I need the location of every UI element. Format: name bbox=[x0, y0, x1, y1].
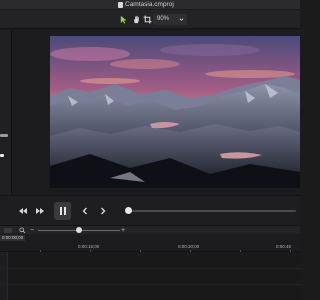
timeline-zoom-handle[interactable] bbox=[76, 227, 82, 233]
rewind-icon bbox=[19, 208, 27, 214]
timeline-toolbar: − + bbox=[0, 225, 300, 234]
panel-tab-indicator[interactable] bbox=[0, 134, 8, 137]
select-tool-button[interactable] bbox=[118, 13, 129, 25]
track-divider bbox=[0, 268, 300, 269]
chevron-down-icon bbox=[179, 18, 184, 21]
canvas-area[interactable] bbox=[12, 30, 300, 195]
fast-forward-icon bbox=[36, 208, 44, 214]
mountain-sunset-image bbox=[50, 36, 300, 188]
title-bar: Camtasia.cmproj bbox=[0, 0, 300, 10]
main-toolbar: 90% bbox=[0, 10, 300, 29]
track-header-column bbox=[0, 252, 8, 300]
step-forward-button[interactable] bbox=[33, 204, 47, 218]
document-icon bbox=[118, 2, 123, 8]
hand-tool-button[interactable] bbox=[131, 13, 142, 25]
previous-frame-button[interactable] bbox=[78, 204, 92, 218]
zoom-value: 90% bbox=[157, 16, 170, 22]
track-divider bbox=[0, 284, 300, 285]
cursor-icon bbox=[120, 15, 127, 24]
play-pause-button[interactable] bbox=[54, 202, 71, 220]
ruler-label: 0:00:15;00 bbox=[78, 244, 100, 249]
search-icon[interactable] bbox=[19, 227, 26, 234]
zoom-dropdown[interactable]: 90% bbox=[153, 14, 187, 25]
playback-scrubber-handle[interactable] bbox=[125, 207, 132, 214]
step-back-button[interactable] bbox=[16, 204, 30, 218]
panel-tab-active-indicator[interactable] bbox=[0, 154, 4, 157]
crop-tool-button[interactable] bbox=[142, 13, 153, 25]
track-toggle-button[interactable] bbox=[4, 228, 12, 233]
timeline-tracks[interactable] bbox=[0, 252, 300, 300]
window-title: Camtasia.cmproj bbox=[125, 1, 174, 8]
next-frame-button[interactable] bbox=[96, 204, 110, 218]
chevron-left-icon bbox=[82, 207, 87, 215]
playback-scrubber-track[interactable] bbox=[128, 210, 296, 212]
pause-icon bbox=[59, 207, 66, 215]
timeline-ruler[interactable]: 0:00:00;00 0:00:15;00 0:00:30;00 0:00:45 bbox=[0, 234, 300, 252]
playhead-time[interactable]: 0:00:00;00 bbox=[0, 235, 26, 241]
hand-icon bbox=[133, 15, 140, 23]
ruler-label: 0:00:45 bbox=[276, 244, 292, 249]
video-preview[interactable] bbox=[50, 36, 300, 188]
crop-icon bbox=[143, 14, 152, 24]
left-tools-panel bbox=[0, 30, 12, 195]
ruler-label: 0:00:30;00 bbox=[178, 244, 200, 249]
chevron-right-icon bbox=[101, 207, 106, 215]
playback-controls bbox=[0, 195, 300, 225]
